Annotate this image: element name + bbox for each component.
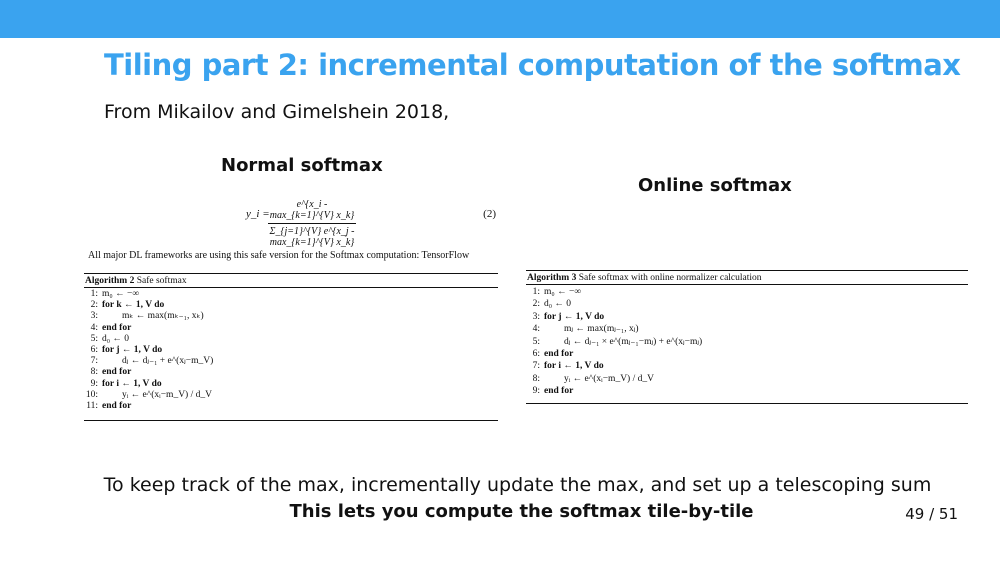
- line-text: d₀ ← 0: [102, 333, 130, 344]
- algorithm-online-softmax: Algorithm 3 Safe softmax with online nor…: [526, 270, 968, 404]
- algorithm-line: 3: mₖ ← max(mₖ₋₁, xₖ): [84, 311, 498, 322]
- line-text: mⱼ ← max(mⱼ₋₁, xⱼ): [564, 324, 639, 335]
- line-number: 7:: [90, 356, 98, 367]
- line-number: 10:: [85, 389, 98, 400]
- algorithm-lines: 1: m₀ ← −∞ 2: d₀ ← 0 3: for j ← 1, V do 4: mⱼ ←…: [526, 285, 968, 398]
- line-number: 8:: [90, 367, 98, 378]
- algorithm-line: 5: dⱼ ← dⱼ₋₁ × e^(mⱼ₋₁−mⱼ) + e^(xⱼ−mⱼ): [526, 336, 968, 348]
- line-text: for i ← 1, V do: [544, 361, 604, 372]
- page-number: 49 / 51: [905, 505, 958, 523]
- algorithm-line: 10: yᵢ ← e^(xᵢ−m_V) / d_V: [84, 390, 498, 401]
- header-bar: [0, 0, 1000, 38]
- line-number: 5:: [90, 333, 98, 344]
- algorithm-line: 7: dⱼ ← dⱼ₋₁ + e^(xⱼ−m_V): [84, 356, 498, 367]
- algorithm-line: 11: end for: [84, 401, 498, 412]
- framework-note: All major DL frameworks are using this s…: [88, 250, 470, 261]
- slide-title: Tiling part 2: incremental computation o…: [104, 48, 961, 82]
- line-text: d₀ ← 0: [544, 299, 572, 310]
- algorithm-line: 5: d₀ ← 0: [84, 334, 498, 345]
- line-number: 1:: [90, 289, 98, 299]
- line-text: for j ← 1, V do: [544, 311, 605, 322]
- algorithm-line: 2: d₀ ← 0: [526, 298, 968, 310]
- algorithm-line: 3: for j ← 1, V do: [526, 311, 968, 323]
- line-number: 9:: [532, 386, 540, 397]
- fraction-bar: [268, 223, 356, 224]
- algorithm-caption: Algorithm 3 Safe softmax with online nor…: [526, 271, 968, 285]
- line-text: mₖ ← max(mₖ₋₁, xₖ): [122, 311, 204, 322]
- line-text: yᵢ ← e^(xᵢ−m_V) / d_V: [122, 389, 212, 400]
- line-number: 6:: [90, 344, 98, 355]
- algorithm-line: 9: end for: [526, 385, 968, 397]
- line-number: 8:: [532, 373, 540, 384]
- line-text: end for: [102, 400, 132, 411]
- line-number: 4:: [90, 322, 98, 333]
- equation-lhs: y_i =: [246, 208, 270, 220]
- algorithm-line: 1: m₀ ← −∞: [84, 289, 498, 300]
- algorithm-label: Algorithm 2: [85, 276, 135, 286]
- algorithm-line: 4: end for: [84, 323, 498, 334]
- line-text: end for: [544, 348, 574, 359]
- line-text: m₀ ← −∞: [102, 289, 140, 299]
- algorithm-line: 2: for k ← 1, V do: [84, 300, 498, 311]
- algorithm-line: 6: for j ← 1, V do: [84, 345, 498, 356]
- algorithm-line: 7: for i ← 1, V do: [526, 360, 968, 372]
- algorithm-label: Algorithm 3: [527, 273, 577, 283]
- line-text: end for: [544, 386, 574, 397]
- algorithm-line: 8: end for: [84, 367, 498, 378]
- algorithm-line: 4: mⱼ ← max(mⱼ₋₁, xⱼ): [526, 323, 968, 335]
- algorithm-line: 1: m₀ ← −∞: [526, 286, 968, 298]
- line-number: 3:: [90, 311, 98, 322]
- online-softmax-heading: Online softmax: [638, 175, 792, 196]
- line-number: 2:: [90, 300, 98, 311]
- slide-subtitle: From Mikailov and Gimelshein 2018,: [104, 101, 450, 123]
- line-number: 11:: [86, 400, 98, 411]
- algorithm-line: 9: for i ← 1, V do: [84, 379, 498, 390]
- line-text: end for: [102, 367, 132, 378]
- line-text: for j ← 1, V do: [102, 344, 163, 355]
- algorithm-lines: 1: m₀ ← −∞ 2: for k ← 1, V do 3: mₖ ← max(mₖ₋…: [84, 288, 498, 412]
- line-text: for i ← 1, V do: [102, 378, 162, 389]
- softmax-equation: y_i = e^{x_i - max_{k=1}^{V} x_k} Σ_{j=1…: [246, 193, 496, 248]
- equation-numerator: e^{x_i - max_{k=1}^{V} x_k}: [269, 199, 355, 221]
- equation-denominator: Σ_{j=1}^{V} e^{x_j - max_{k=1}^{V} x_k}: [269, 226, 355, 248]
- line-text: dⱼ ← dⱼ₋₁ + e^(xⱼ−m_V): [122, 356, 214, 367]
- equation-fraction: e^{x_i - max_{k=1}^{V} x_k} Σ_{j=1}^{V} …: [268, 193, 356, 248]
- algorithm-line: 8: yᵢ ← e^(xᵢ−m_V) / d_V: [526, 373, 968, 385]
- line-number: 2:: [532, 299, 540, 310]
- line-number: 5:: [532, 336, 540, 347]
- algorithm-caption-text: Safe softmax with online normalizer calc…: [578, 273, 762, 283]
- line-number: 1:: [532, 287, 540, 297]
- normal-softmax-heading: Normal softmax: [221, 155, 383, 176]
- footer-emphasis: This lets you compute the softmax tile-b…: [289, 501, 754, 522]
- algorithm-caption: Algorithm 2 Safe softmax: [84, 274, 498, 288]
- line-text: dⱼ ← dⱼ₋₁ × e^(mⱼ₋₁−mⱼ) + e^(xⱼ−mⱼ): [564, 336, 703, 347]
- algorithm-line: 6: end for: [526, 348, 968, 360]
- line-number: 7:: [532, 361, 540, 372]
- line-text: for k ← 1, V do: [102, 300, 165, 311]
- line-number: 9:: [90, 378, 98, 389]
- line-number: 3:: [532, 311, 540, 322]
- algorithm-caption-text: Safe softmax: [136, 276, 187, 286]
- footer-text: To keep track of the max, incrementally …: [103, 474, 932, 496]
- line-text: end for: [102, 322, 132, 333]
- line-text: m₀ ← −∞: [544, 287, 582, 297]
- algorithm-safe-softmax: Algorithm 2 Safe softmax 1: m₀ ← −∞ 2: for …: [84, 273, 498, 421]
- line-text: yᵢ ← e^(xᵢ−m_V) / d_V: [564, 373, 654, 384]
- line-number: 6:: [532, 348, 540, 359]
- line-number: 4:: [532, 324, 540, 335]
- equation-number: (2): [483, 208, 496, 220]
